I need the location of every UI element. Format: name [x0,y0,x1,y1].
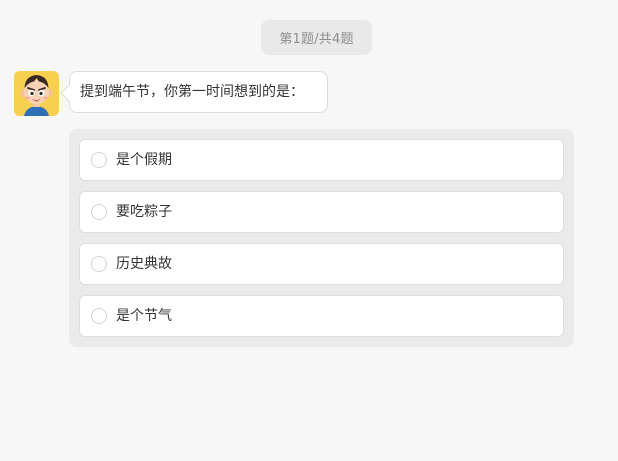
radio-unselected-icon[interactable] [91,204,107,220]
quiz-page: 第1题/共4题 提到端午节，你第一时间想到的是： 是个假期 要吃粽子 历史典故 … [0,0,618,461]
option-2[interactable]: 要吃粽子 [79,191,564,233]
bubble-tail [60,84,78,102]
option-label: 是个节气 [116,308,172,324]
options-panel: 是个假期 要吃粽子 历史典故 是个节气 [69,129,574,347]
option-label: 历史典故 [116,256,172,272]
option-1[interactable]: 是个假期 [79,139,564,181]
option-4[interactable]: 是个节气 [79,295,564,337]
radio-unselected-icon[interactable] [91,308,107,324]
question-progress-text: 第1题/共4题 [279,32,354,47]
question-bubble: 提到端午节，你第一时间想到的是： [60,71,328,113]
radio-unselected-icon[interactable] [91,256,107,272]
option-label: 是个假期 [116,152,172,168]
option-label: 要吃粽子 [116,204,172,220]
question-progress-badge: 第1题/共4题 [261,20,372,55]
cartoon-boy-avatar-icon [14,71,59,116]
avatar [14,71,59,116]
radio-unselected-icon[interactable] [91,152,107,168]
question-text: 提到端午节，你第一时间想到的是： [80,84,304,100]
option-3[interactable]: 历史典故 [79,243,564,285]
